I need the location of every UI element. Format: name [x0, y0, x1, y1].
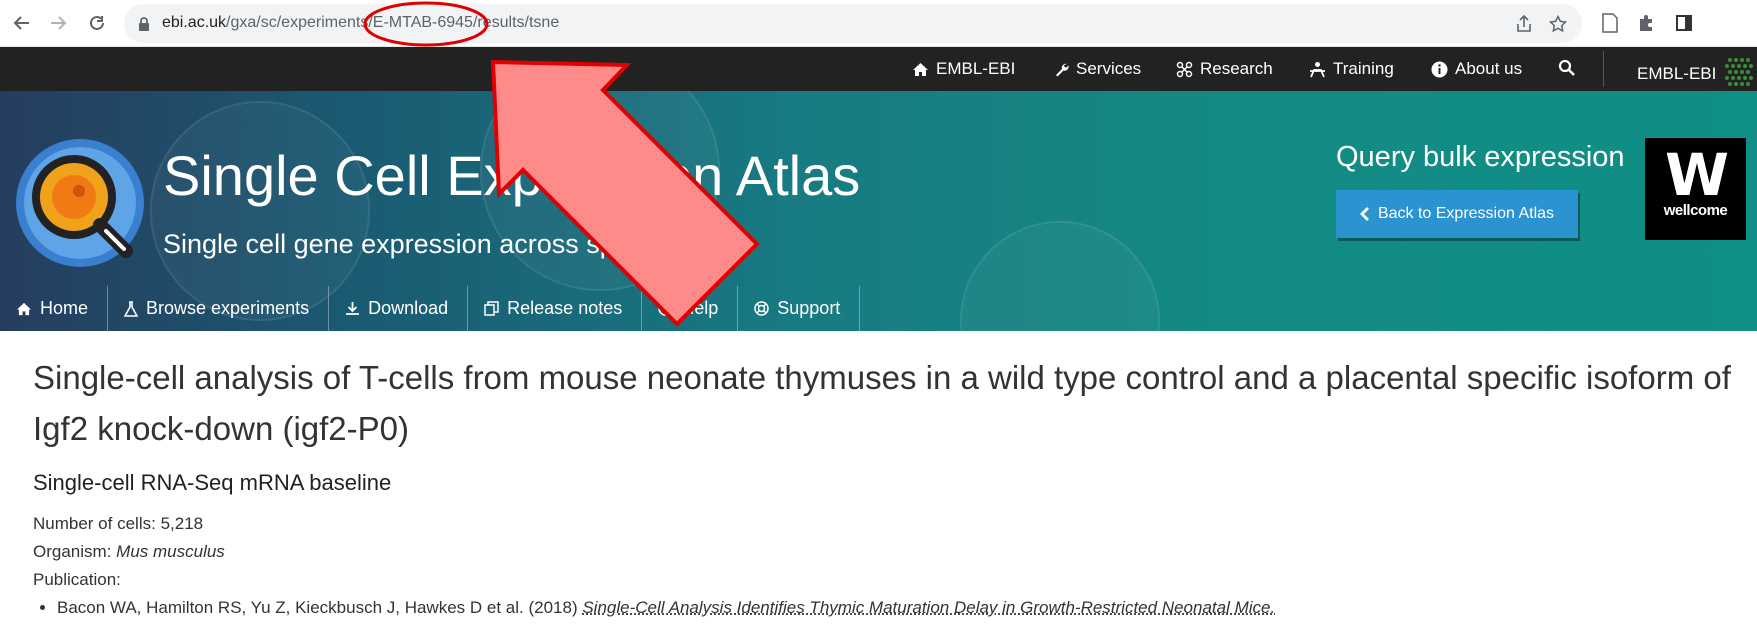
nav-divider: [1603, 51, 1604, 87]
back-to-expression-atlas-button[interactable]: Back to Expression Atlas: [1336, 190, 1578, 238]
wellcome-w-mark: W: [1665, 141, 1729, 209]
experiment-type: Single-cell RNA-Seq mRNA baseline: [33, 470, 392, 495]
share-icon[interactable]: [1512, 12, 1536, 36]
ebi-nav-label: Services: [1076, 59, 1142, 78]
wellcome-wordmark: wellcome: [1663, 202, 1728, 219]
ebi-nav-about[interactable]: About us: [1431, 59, 1522, 79]
nav-release-notes[interactable]: Release notes: [468, 286, 643, 331]
site-subtitle: Single cell gene expression across speci…: [163, 229, 678, 259]
organism-label: Organism:: [33, 542, 112, 561]
local-nav: Home Browse experiments Download Release…: [0, 286, 861, 331]
background-bubble: [960, 221, 1160, 331]
nav-label: Home: [40, 298, 89, 318]
publication-label: Publication:: [33, 570, 121, 589]
browser-toolbar: ebi.ac.uk/gxa/sc/experiments/E-MTAB-6945…: [0, 0, 1757, 47]
flask-icon: [124, 300, 139, 317]
ebi-global-nav: EMBL-EBI Services Research Training Abou…: [0, 47, 1757, 91]
info-icon: [1431, 61, 1448, 77]
ebi-brand-label: EMBL-EBI: [1637, 64, 1717, 83]
nav-support[interactable]: Support: [738, 286, 861, 331]
experiment-title: Single-cell analysis of T-cells from mou…: [33, 359, 1731, 447]
embl-ebi-logo-icon: [1725, 58, 1754, 86]
address-bar[interactable]: ebi.ac.uk/gxa/sc/experiments/E-MTAB-6945…: [124, 4, 1582, 43]
ebi-nav-label: About us: [1455, 59, 1523, 78]
molecule-icon: [1176, 61, 1193, 77]
cell-count-value: 5,218: [160, 514, 204, 533]
publication-authors: Bacon WA, Hamilton RS, Yu Z, Kieckbusch …: [57, 598, 578, 617]
side-panel-icon[interactable]: [1670, 9, 1698, 37]
publication-link[interactable]: Single-Cell Analysis Identifies Thymic M…: [582, 598, 1275, 617]
chevron-left-icon: [1359, 207, 1369, 221]
nav-label: Download: [368, 298, 449, 318]
back-button-label: Back to Expression Atlas: [1377, 205, 1555, 222]
site-title[interactable]: Single Cell Expression Atlas: [163, 143, 860, 208]
back-arrow-icon[interactable]: [8, 9, 36, 37]
cell-count-label: Number of cells:: [33, 514, 156, 533]
nav-help[interactable]: Help: [642, 286, 739, 331]
query-bulk-heading: Query bulk expression: [1336, 141, 1625, 173]
ebi-nav-label: Research: [1200, 59, 1273, 78]
nav-download[interactable]: Download: [329, 286, 469, 331]
ebi-nav-services[interactable]: Services: [1054, 59, 1141, 79]
presenter-icon: [1310, 61, 1325, 77]
nav-label: Help: [681, 298, 719, 318]
ebi-nav-label: Training: [1333, 59, 1394, 78]
page-icon[interactable]: [1596, 9, 1624, 37]
wrench-icon: [1056, 63, 1069, 76]
nav-browse-experiments[interactable]: Browse experiments: [108, 286, 330, 331]
organism-value: Mus musculus: [116, 542, 225, 561]
search-icon: [1558, 59, 1575, 76]
extensions-puzzle-icon[interactable]: [1632, 9, 1660, 37]
ebi-brand-link[interactable]: EMBL-EBI: [1637, 58, 1757, 89]
nav-label: Browse experiments: [146, 298, 310, 318]
lifebuoy-icon: [754, 301, 770, 316]
nav-label: Support: [777, 298, 841, 318]
home-icon: [17, 302, 31, 315]
publication-item: Bacon WA, Hamilton RS, Yu Z, Kieckbusch …: [57, 594, 1733, 622]
lock-icon[interactable]: [132, 12, 156, 36]
wellcome-logo[interactable]: W wellcome: [1645, 138, 1746, 240]
home-icon: [913, 62, 928, 76]
question-icon: [658, 301, 673, 316]
experiment-header: Single-cell analysis of T-cells from mou…: [33, 352, 1733, 622]
ebi-nav-label: EMBL-EBI: [936, 59, 1016, 78]
organism: Organism: Mus musculus: [33, 538, 1733, 566]
ebi-nav-home[interactable]: EMBL-EBI: [912, 59, 1015, 79]
nav-home[interactable]: Home: [0, 286, 109, 331]
bookmark-star-icon[interactable]: [1546, 12, 1570, 36]
ebi-search-button[interactable]: [1558, 59, 1575, 76]
site-masthead: Single Cell Expression Atlas Single cell…: [0, 91, 1757, 331]
forward-arrow-icon[interactable]: [44, 9, 72, 37]
reload-icon[interactable]: [83, 9, 111, 37]
ebi-nav-training[interactable]: Training: [1309, 59, 1394, 79]
download-icon: [346, 302, 360, 315]
publication-list: Bacon WA, Hamilton RS, Yu Z, Kieckbusch …: [57, 594, 1733, 622]
nav-label: Release notes: [507, 298, 623, 318]
ebi-nav-research[interactable]: Research: [1176, 59, 1273, 79]
atlas-logo-icon[interactable]: [14, 137, 146, 269]
copy-icon: [484, 301, 499, 316]
cell-count: Number of cells: 5,218: [33, 510, 1733, 538]
url-text[interactable]: ebi.ac.uk/gxa/sc/experiments/E-MTAB-6945…: [162, 14, 559, 32]
